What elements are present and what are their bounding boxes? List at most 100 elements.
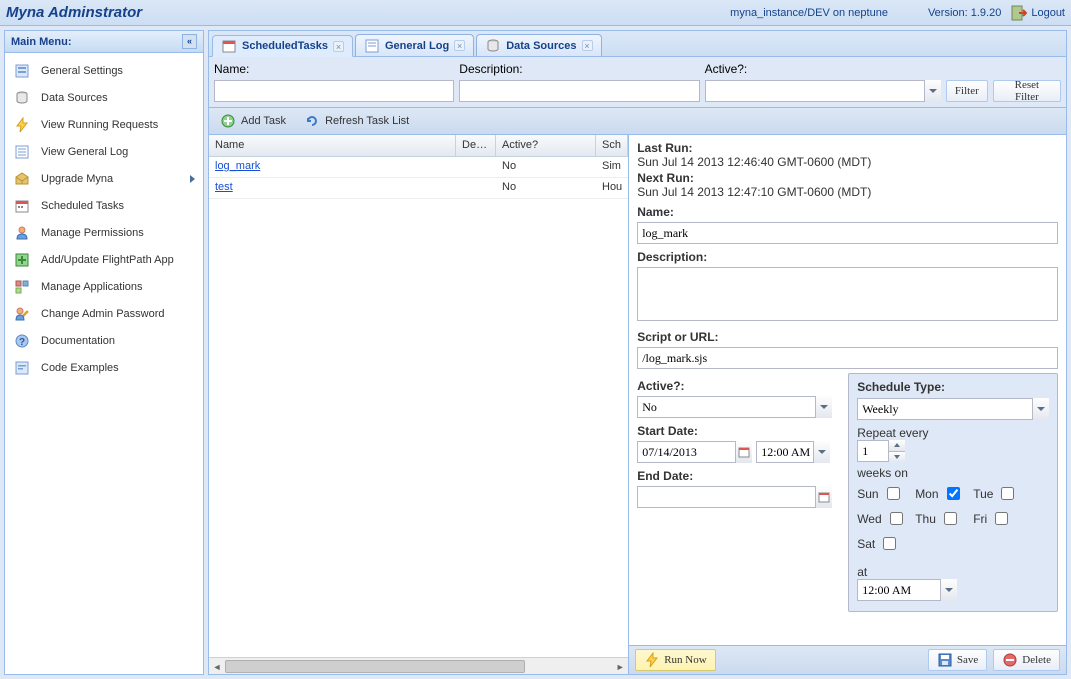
filter-desc-input[interactable] — [459, 80, 699, 102]
code-icon — [13, 359, 31, 377]
add-task-button[interactable]: Add Task — [214, 111, 292, 131]
filter-button[interactable]: Filter — [946, 80, 988, 102]
row-desc — [456, 157, 496, 177]
day-fri-checkbox[interactable] — [995, 512, 1008, 525]
desc-textarea[interactable] — [637, 267, 1058, 321]
active-combo[interactable] — [637, 396, 832, 418]
day-thu-checkbox[interactable] — [944, 512, 957, 525]
sidebar-item-code-examples[interactable]: Code Examples — [5, 354, 203, 381]
log-icon — [364, 38, 380, 54]
tab-data-sources[interactable]: Data Sources × — [476, 34, 601, 56]
script-field-label: Script or URL: — [637, 330, 1058, 344]
at-label: at — [857, 565, 1049, 579]
table-row[interactable]: log_mark No Sim — [209, 157, 628, 178]
refresh-list-button[interactable]: Refresh Task List — [298, 111, 415, 131]
spinner-down[interactable] — [889, 452, 905, 463]
column-header-active[interactable]: Active? — [496, 135, 596, 156]
dropdown-trigger[interactable] — [815, 396, 832, 418]
sidebar-item-label: View Running Requests — [41, 119, 158, 131]
filter-name-input[interactable] — [214, 80, 454, 102]
close-tab-button[interactable]: × — [454, 40, 465, 51]
schedule-type-label: Schedule Type: — [857, 380, 1049, 394]
delete-button[interactable]: Delete — [993, 649, 1060, 671]
sidebar-item-data-sources[interactable]: Data Sources — [5, 84, 203, 111]
schedule-type-combo[interactable] — [857, 398, 1049, 420]
row-name-link[interactable]: test — [215, 181, 233, 193]
user-icon — [13, 224, 31, 242]
sidebar-item-documentation[interactable]: ? Documentation — [5, 327, 203, 354]
close-tab-button[interactable]: × — [582, 40, 593, 51]
day-tue-label: Tue — [973, 487, 993, 501]
scroll-left-icon[interactable]: ◄ — [209, 658, 225, 675]
sidebar-item-label: View General Log — [41, 146, 128, 158]
column-header-desc[interactable]: Descri — [456, 135, 496, 156]
refresh-label: Refresh Task List — [325, 115, 409, 127]
sidebar-item-label: Code Examples — [41, 362, 119, 374]
row-schedule: Sim — [596, 157, 628, 177]
scroll-thumb[interactable] — [225, 660, 525, 673]
sidebar-item-scheduled-tasks[interactable]: Scheduled Tasks — [5, 192, 203, 219]
sidebar-item-change-password[interactable]: Change Admin Password — [5, 300, 203, 327]
day-sat-label: Sat — [857, 537, 875, 551]
sidebar-item-general-settings[interactable]: General Settings — [5, 57, 203, 84]
scroll-right-icon[interactable]: ► — [612, 658, 628, 675]
reset-filter-button[interactable]: Reset Filter — [993, 80, 1061, 102]
sidebar-item-upgrade[interactable]: Upgrade Myna — [5, 165, 203, 192]
day-tue-checkbox[interactable] — [1001, 487, 1014, 500]
day-mon-checkbox[interactable] — [947, 487, 960, 500]
spinner-up[interactable] — [889, 440, 905, 452]
sidebar-item-label: Data Sources — [41, 92, 108, 104]
tab-label: ScheduledTasks — [242, 40, 328, 52]
script-input[interactable] — [637, 347, 1058, 369]
row-name-link[interactable]: log_mark — [215, 160, 260, 172]
name-field-label: Name: — [637, 205, 1058, 219]
day-sun-checkbox[interactable] — [887, 487, 900, 500]
day-wed-checkbox[interactable] — [890, 512, 903, 525]
sidebar-item-label: Manage Permissions — [41, 227, 144, 239]
sidebar-item-permissions[interactable]: Manage Permissions — [5, 219, 203, 246]
close-tab-button[interactable]: × — [333, 41, 344, 52]
column-header-name[interactable]: Name — [209, 135, 456, 156]
app-title: Myna Adminstrator — [6, 4, 142, 21]
enddate-input[interactable] — [637, 486, 832, 508]
day-sat-checkbox[interactable] — [883, 537, 896, 550]
day-sun-label: Sun — [857, 487, 878, 501]
logout-button[interactable]: Logout — [1011, 5, 1065, 21]
sidebar-item-manage-apps[interactable]: Manage Applications — [5, 273, 203, 300]
logout-icon — [1011, 5, 1027, 21]
save-button[interactable]: Save — [928, 649, 987, 671]
dropdown-trigger[interactable] — [1032, 398, 1049, 420]
horizontal-scrollbar[interactable]: ◄ ► — [209, 657, 628, 674]
app-icon — [13, 251, 31, 269]
dropdown-trigger[interactable] — [813, 441, 830, 463]
calendar-icon — [221, 38, 237, 54]
collapse-sidebar-button[interactable]: « — [182, 34, 197, 49]
dropdown-trigger[interactable] — [924, 80, 941, 102]
save-icon — [937, 652, 953, 668]
row-desc — [456, 178, 496, 198]
startdate-label: Start Date: — [637, 424, 832, 438]
sidebar-item-running-requests[interactable]: View Running Requests — [5, 111, 203, 138]
column-header-schedule[interactable]: Sch — [596, 135, 628, 156]
sidebar-item-label: Documentation — [41, 335, 115, 347]
date-picker-trigger[interactable] — [815, 486, 832, 508]
name-input[interactable] — [637, 222, 1058, 244]
table-row[interactable]: test No Hou — [209, 178, 628, 199]
tab-scheduled-tasks[interactable]: ScheduledTasks × — [212, 35, 353, 57]
user-edit-icon — [13, 305, 31, 323]
sidebar-item-label: Manage Applications — [41, 281, 143, 293]
dropdown-trigger[interactable] — [940, 579, 957, 601]
tab-strip: ScheduledTasks × General Log × Data Sour… — [209, 31, 1066, 57]
date-picker-trigger[interactable] — [735, 441, 752, 463]
tab-label: General Log — [385, 40, 449, 52]
tab-general-log[interactable]: General Log × — [355, 34, 474, 56]
sidebar-item-flightpath[interactable]: Add/Update FlightPath App — [5, 246, 203, 273]
sidebar-item-general-log[interactable]: View General Log — [5, 138, 203, 165]
last-run-label: Last Run: — [637, 141, 1058, 155]
database-icon — [13, 89, 31, 107]
run-now-button[interactable]: Run Now — [635, 649, 715, 671]
row-active: No — [496, 178, 596, 198]
filter-active-combo[interactable] — [705, 80, 941, 102]
settings-icon — [13, 62, 31, 80]
last-run-value: Sun Jul 14 2013 12:46:40 GMT-0600 (MDT) — [637, 155, 1058, 169]
